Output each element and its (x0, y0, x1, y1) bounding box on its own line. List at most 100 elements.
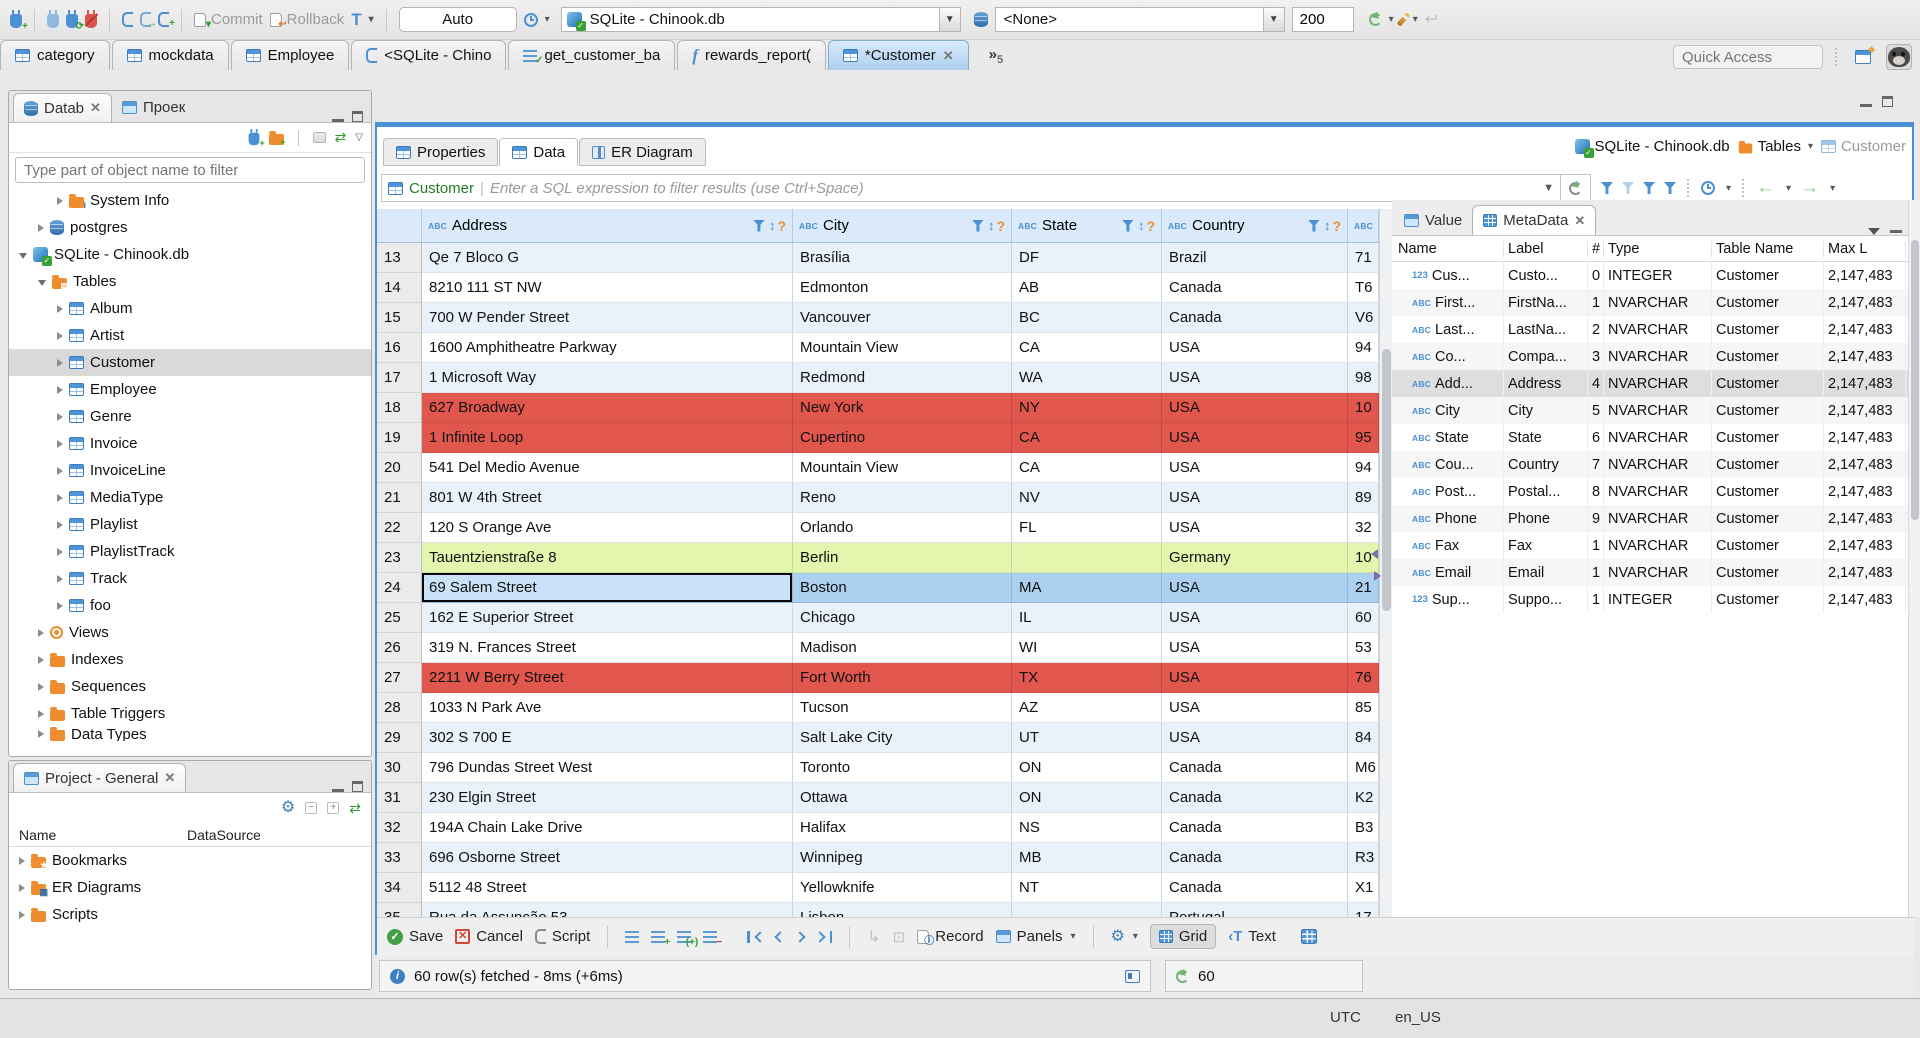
cell-country[interactable]: Canada (1162, 303, 1348, 333)
quick-access-input[interactable] (1673, 45, 1823, 69)
tree-item-invoiceline[interactable]: InvoiceLine (9, 457, 371, 484)
project-item-scripts[interactable]: Scripts (9, 901, 371, 928)
tree-item-postgres[interactable]: postgres (9, 214, 371, 241)
close-icon[interactable]: ✕ (164, 770, 175, 786)
cell-num[interactable]: 13 (377, 243, 422, 273)
cell-country[interactable]: Canada (1162, 873, 1348, 903)
rollback-button[interactable]: ↩ Rollback (269, 11, 344, 29)
table-row[interactable]: 24 69 Salem Street Boston MA USA 21 (377, 573, 1379, 603)
cell-country[interactable]: USA (1162, 693, 1348, 723)
editor-tab-sqlite-chino[interactable]: <SQLite - Chino (351, 40, 507, 70)
table-row[interactable]: 15 700 W Pender Street Vancouver BC Canada V6 (377, 303, 1379, 333)
cell-num[interactable]: 22 (377, 513, 422, 543)
table-row[interactable]: 14 8210 111 ST NW Edmonton AB Canada T6 (377, 273, 1379, 303)
metadata-row-postal[interactable]: ABC Post... Postal... 8 NVARCHAR Customer 2,14… (1392, 478, 1908, 505)
meta-column-header-name[interactable]: Name (1392, 240, 1504, 257)
expander-icon[interactable] (57, 520, 63, 529)
cell-city[interactable]: Salt Lake City (793, 723, 1012, 753)
tab-project-general[interactable]: Project - General ✕ (13, 763, 187, 792)
new-connection-icon[interactable]: + (248, 129, 264, 148)
tree-item-track[interactable]: Track (9, 565, 371, 592)
table-row[interactable]: 16 1600 Amphitheatre Parkway Mountain View… (377, 333, 1379, 363)
column-header[interactable] (377, 209, 422, 243)
reconnect-icon[interactable]: ⟳ (66, 10, 84, 32)
cell-country[interactable]: USA (1162, 393, 1348, 423)
metadata-row-address[interactable]: ABC Add... Address 4 NVARCHAR Customer 2,147,4… (1392, 370, 1908, 397)
column-header-name[interactable]: Name (9, 827, 187, 843)
cell-state[interactable] (1012, 903, 1162, 917)
minimize-icon[interactable] (332, 118, 344, 122)
cell-country[interactable]: Canada (1162, 843, 1348, 873)
cell-address[interactable]: 796 Dundas Street West (422, 753, 793, 783)
cell-state[interactable]: AZ (1012, 693, 1162, 723)
cell-country[interactable]: USA (1162, 633, 1348, 663)
cell-state[interactable]: CA (1012, 333, 1162, 363)
breadcrumb-database[interactable]: SQLite - Chinook.db (1574, 138, 1730, 158)
cell-city[interactable]: Mountain View (793, 453, 1012, 483)
fetch-all-rows-icon[interactable]: ⊡ (893, 928, 906, 946)
cell-country[interactable]: Canada (1162, 273, 1348, 303)
expander-icon[interactable] (38, 682, 44, 691)
grid-vertical-scrollbar[interactable] (1379, 209, 1392, 917)
cell-address[interactable]: 230 Elgin Street (422, 783, 793, 813)
open-sql-script-icon[interactable]: → (140, 12, 157, 29)
expander-icon[interactable] (57, 331, 63, 340)
cell-city[interactable]: Reno (793, 483, 1012, 513)
cell-address[interactable]: 700 W Pender Street (422, 303, 793, 333)
cell-country[interactable]: Canada (1162, 813, 1348, 843)
editor-tab-get-customer-ba[interactable]: ✓ get_customer_ba (508, 40, 676, 70)
cell-num[interactable]: 19 (377, 423, 422, 453)
expander-icon[interactable] (57, 601, 63, 610)
last-row-button[interactable] (814, 930, 833, 943)
expander-icon[interactable] (19, 910, 25, 919)
link-with-editor-icon[interactable]: ⇄ (349, 800, 361, 817)
cell-postal[interactable]: 32 (1348, 513, 1379, 543)
editor-tab-employee[interactable]: Employee (230, 40, 350, 70)
column-header-city[interactable]: ABC City ↕? (793, 209, 1012, 243)
expander-icon[interactable] (57, 574, 63, 583)
cell-postal[interactable]: 98 (1348, 363, 1379, 393)
link-with-editor-icon[interactable]: ⇄ (335, 129, 347, 146)
cell-state[interactable]: NT (1012, 873, 1162, 903)
cell-num[interactable]: 30 (377, 753, 422, 783)
cell-state[interactable]: TX (1012, 663, 1162, 693)
column-header[interactable]: ABC (1348, 209, 1379, 243)
meta-column-header-table-name[interactable]: Table Name (1712, 240, 1824, 257)
cell-state[interactable]: MB (1012, 843, 1162, 873)
connect-icon[interactable] (47, 10, 59, 28)
tree-item-customer[interactable]: Customer (9, 349, 371, 376)
table-row[interactable]: 33 696 Osborne Street Winnipeg MB Canada R3 (377, 843, 1379, 873)
cell-address[interactable]: 162 E Superior Street (422, 603, 793, 633)
tree-item-system-info[interactable]: i System Info (9, 187, 371, 214)
tab-value[interactable]: Value (1394, 205, 1472, 235)
save-button[interactable]: ✓ Save (387, 928, 443, 945)
table-row[interactable]: 23 Tauentzienstraße 8 Berlin Germany 10 (377, 543, 1379, 573)
cell-address[interactable]: 302 S 700 E (422, 723, 793, 753)
tab-metadata[interactable]: MetaData ✕ (1472, 205, 1597, 235)
view-menu-icon[interactable] (1868, 228, 1880, 235)
table-row[interactable]: 25 162 E Superior Street Chicago IL USA 60 (377, 603, 1379, 633)
transaction-mode-button[interactable]: T ▾ (351, 10, 373, 30)
expander-icon[interactable] (19, 253, 27, 259)
table-row[interactable]: 21 801 W 4th Street Reno NV USA 89 (377, 483, 1379, 513)
cell-country[interactable]: USA (1162, 423, 1348, 453)
cell-num[interactable]: 28 (377, 693, 422, 723)
script-button[interactable]: Script (534, 928, 590, 945)
cell-state[interactable] (1012, 543, 1162, 573)
new-connection-icon[interactable]: + (10, 10, 28, 32)
cell-city[interactable]: Chicago (793, 603, 1012, 633)
column-header-country[interactable]: ABC Country ↕? (1162, 209, 1348, 243)
cell-address[interactable]: 1033 N Park Ave (422, 693, 793, 723)
expander-icon[interactable] (19, 883, 25, 892)
cell-address[interactable]: 194A Chain Lake Drive (422, 813, 793, 843)
cell-num[interactable]: 25 (377, 603, 422, 633)
cell-address[interactable]: 69 Salem Street (422, 573, 793, 603)
tree-item-sqlite-chinook-db[interactable]: SQLite - Chinook.db (9, 241, 371, 268)
table-row[interactable]: 29 302 S 700 E Salt Lake City UT USA 84 (377, 723, 1379, 753)
meta-column-header-[interactable]: # (1588, 240, 1604, 257)
cell-postal[interactable]: M6 (1348, 753, 1379, 783)
auto-refresh-box[interactable]: 60 (1165, 960, 1363, 992)
cell-state[interactable]: MA (1012, 573, 1162, 603)
cell-postal[interactable]: B3 (1348, 813, 1379, 843)
cell-postal[interactable]: 60 (1348, 603, 1379, 633)
